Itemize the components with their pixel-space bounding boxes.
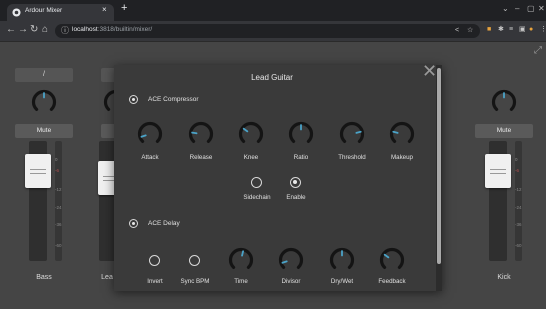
pan-knob[interactable]: [490, 88, 518, 116]
knob-label: Makeup: [390, 154, 413, 161]
makeup-knob[interactable]: [388, 120, 416, 148]
toggle-label: Enable: [286, 194, 306, 201]
knob-ring: [238, 121, 264, 144]
time-knob[interactable]: [227, 246, 255, 274]
knob-marker: [140, 134, 147, 138]
knob-ring: [137, 121, 163, 144]
toggle-label: Sync BPM: [180, 278, 210, 285]
window-close-icon[interactable]: ✕: [538, 4, 545, 13]
url-field[interactable]: ⓘ localhost:3818/builtin/mixer/ < ☆: [55, 24, 480, 38]
fader-handle[interactable]: [485, 154, 511, 188]
knob-label: Knee: [243, 154, 259, 161]
knob-label: Divisor: [281, 278, 301, 285]
feedback-knob[interactable]: [378, 246, 406, 274]
knob-marker: [383, 253, 390, 259]
pan-knob[interactable]: [30, 88, 58, 116]
knob-marker: [241, 250, 245, 257]
knob-marker: [392, 130, 399, 134]
knob-marker: [191, 131, 198, 135]
knob-marker: [355, 130, 362, 134]
bookmark-star-icon[interactable]: ☆: [467, 26, 473, 36]
meter-tick: -36: [55, 222, 62, 227]
address-bar-row: ← → ↻ ⌂ ⓘ localhost:3818/builtin/mixer/ …: [0, 21, 546, 42]
plugin-dialog: Lead Guitar ✕ ACE Compressor Attack Rele…: [114, 65, 442, 291]
new-tab-button[interactable]: +: [121, 2, 127, 14]
knob-marker: [281, 260, 288, 264]
threshold-knob[interactable]: [338, 120, 366, 148]
meter-tick: -6: [515, 168, 520, 173]
meter-tick: -24: [55, 205, 62, 210]
url-path: :3818/builtin/mixer/: [97, 26, 153, 33]
home-icon[interactable]: ⌂: [42, 24, 48, 36]
reload-icon[interactable]: ↻: [30, 24, 38, 36]
knob-ring: [228, 247, 254, 270]
strip-label: Bass: [36, 274, 52, 281]
enable-toggle[interactable]: [290, 177, 301, 188]
share-icon[interactable]: <: [455, 26, 459, 36]
minimize-icon[interactable]: –: [515, 4, 519, 13]
dialog-title: Lead Guitar: [251, 73, 293, 82]
knob-label: Threshold: [338, 154, 366, 161]
invert-toggle[interactable]: [149, 255, 160, 266]
meter-tick: 0: [515, 157, 518, 162]
profile-avatar-icon[interactable]: ●: [529, 25, 533, 35]
sync-bpm-toggle[interactable]: [189, 255, 200, 266]
meter-tick: -36: [515, 222, 522, 227]
extension-icon[interactable]: ■: [487, 25, 491, 35]
scrollbar-thumb[interactable]: [437, 68, 441, 264]
knob-ring: [278, 247, 304, 270]
forward-icon[interactable]: →: [18, 24, 28, 36]
close-icon[interactable]: ✕: [422, 65, 437, 80]
url-text: localhost:3818/builtin/mixer/: [72, 26, 152, 33]
fader-handle[interactable]: [25, 154, 51, 188]
tab-title: Ardour Mixer: [25, 7, 63, 14]
mute-button[interactable]: Mute: [475, 124, 533, 138]
side-panel-icon[interactable]: ▣: [519, 25, 526, 35]
strip-label: Kick: [497, 274, 511, 281]
browser-tab-bar: Ardour Mixer × + ⌄ – ▢ ✕: [0, 0, 546, 21]
divisor-knob[interactable]: [277, 246, 305, 274]
back-icon[interactable]: ←: [6, 24, 16, 36]
strip-name-button[interactable]: /: [15, 68, 73, 82]
knee-knob[interactable]: [237, 120, 265, 148]
tab-close-icon[interactable]: ×: [102, 5, 107, 14]
meter-tick: -6: [55, 168, 60, 173]
url-host: localhost: [72, 26, 98, 33]
meter-tick: -60: [55, 243, 62, 248]
knob-ring: [379, 247, 405, 270]
plugin-enable-radio[interactable]: [129, 95, 138, 104]
knob-label: Time: [234, 278, 248, 285]
sidechain-toggle[interactable]: [251, 177, 262, 188]
site-info-icon[interactable]: ⓘ: [61, 25, 69, 36]
browser-menu-icon[interactable]: ⋮: [540, 25, 546, 35]
maximize-icon[interactable]: ▢: [527, 4, 535, 13]
meter-tick: -24: [515, 205, 522, 210]
plugin-name: ACE Delay: [148, 220, 180, 227]
extensions-puzzle-icon[interactable]: ✱: [498, 25, 504, 35]
plugin-enable-radio[interactable]: [129, 219, 138, 228]
knob-label: Feedback: [378, 278, 406, 285]
meter-tick: -12: [55, 187, 62, 192]
dry-wet-knob[interactable]: [328, 246, 356, 274]
attack-knob[interactable]: [136, 120, 164, 148]
media-icon[interactable]: ≡: [509, 25, 513, 35]
ardour-favicon-icon: [12, 8, 21, 17]
mute-button[interactable]: Mute: [15, 124, 73, 138]
browser-tab[interactable]: Ardour Mixer ×: [7, 4, 114, 21]
knob-label: Ratio: [293, 154, 309, 161]
release-knob[interactable]: [187, 120, 215, 148]
tab-search-icon[interactable]: ⌄: [502, 4, 509, 13]
knob-label: Release: [189, 154, 213, 161]
plugin-name: ACE Compressor: [148, 96, 199, 103]
meter-tick: 0: [55, 157, 58, 162]
ratio-knob[interactable]: [287, 120, 315, 148]
meter-tick: -12: [515, 187, 522, 192]
fullscreen-expand-icon[interactable]: ⤢: [534, 45, 542, 56]
knob-label: Dry/Wet: [330, 278, 354, 285]
knob-label: Attack: [141, 154, 159, 161]
knob-marker: [242, 127, 249, 133]
meter-tick: -60: [515, 243, 522, 248]
